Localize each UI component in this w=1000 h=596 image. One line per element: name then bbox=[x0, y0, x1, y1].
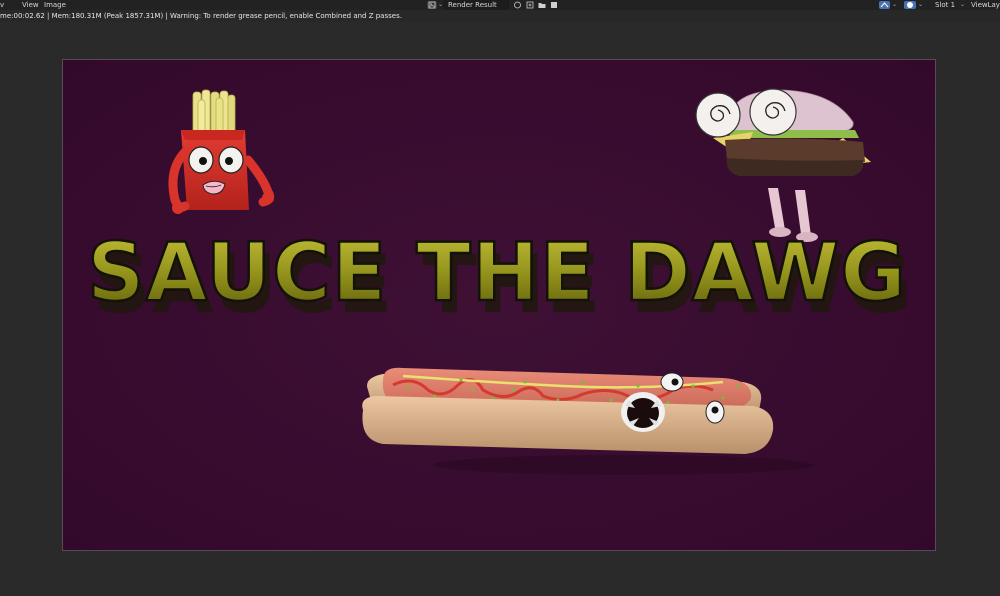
image-name-field[interactable]: Render Result bbox=[443, 0, 509, 10]
image-editor-header: v View Image ⌄ Render Result ⌄ ⌄ Slot 1 … bbox=[0, 0, 1000, 10]
render-title-text: SAUCE THE DAWG SAUCE THE DAWG bbox=[86, 225, 912, 331]
open-image-icon[interactable] bbox=[537, 1, 547, 9]
render-result-image: SAUCE THE DAWG SAUCE THE DAWG bbox=[62, 59, 936, 551]
gizmo-toggle-icon[interactable] bbox=[879, 1, 890, 9]
unlink-image-icon[interactable] bbox=[549, 1, 559, 9]
blender-image-editor: v View Image ⌄ Render Result ⌄ ⌄ Slot 1 … bbox=[0, 0, 1000, 596]
editor-type-chevron: v bbox=[0, 1, 5, 9]
editor-type-menu[interactable]: v bbox=[0, 0, 4, 10]
gizmo-options-chevron-icon[interactable]: ⌄ bbox=[892, 0, 897, 10]
new-image-icon[interactable] bbox=[525, 1, 535, 9]
render-title: SAUCE THE DAWG bbox=[87, 226, 907, 319]
fake-user-shield-icon[interactable] bbox=[513, 1, 522, 9]
image-browse-icon[interactable] bbox=[427, 1, 437, 9]
display-channels-chevron-icon[interactable]: ⌄ bbox=[918, 0, 923, 10]
image-menu[interactable]: Image bbox=[44, 0, 66, 10]
display-channels-icon[interactable] bbox=[904, 1, 916, 9]
view-layer-select[interactable]: ViewLayer bbox=[971, 0, 1000, 10]
view-menu[interactable]: View bbox=[22, 0, 39, 10]
render-status-line: me:00:02.62 | Mem:180.31M (Peak 1857.31M… bbox=[0, 12, 402, 20]
render-slot-select[interactable]: Slot 1 bbox=[935, 0, 955, 10]
render-slot-chevron-icon[interactable]: ⌄ bbox=[960, 0, 965, 10]
